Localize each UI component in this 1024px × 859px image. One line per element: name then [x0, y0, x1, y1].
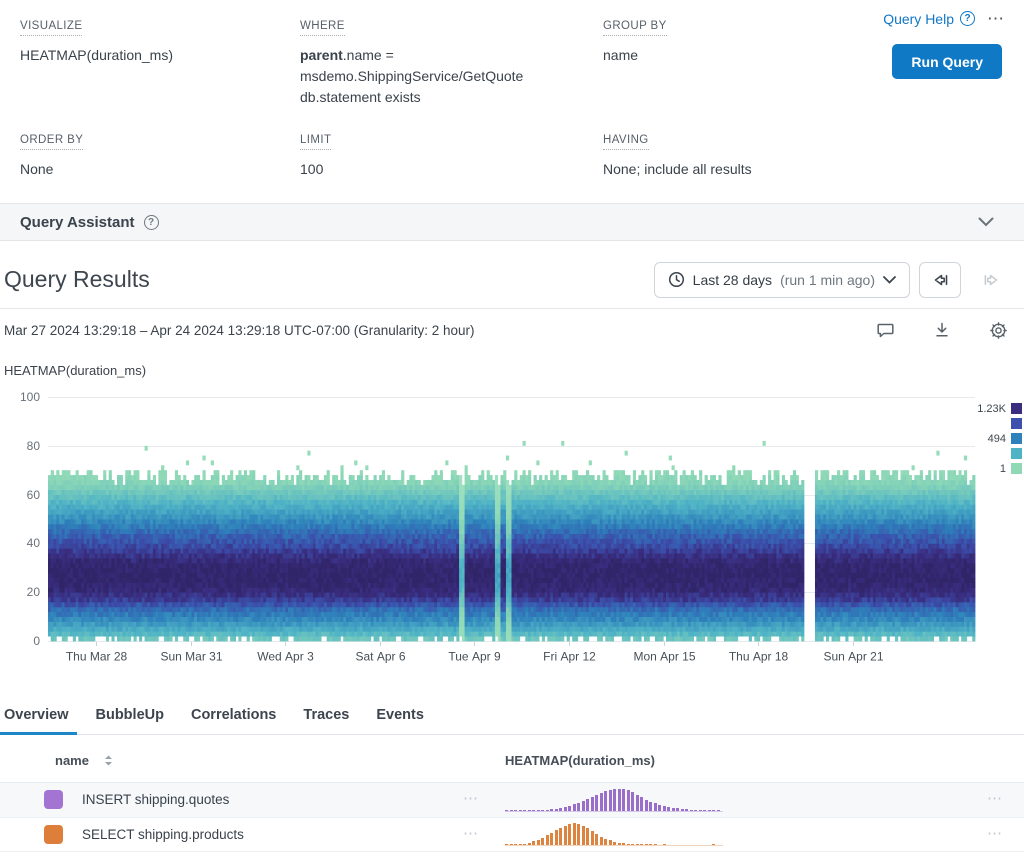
time-span-text: Mar 27 2024 13:29:18 – Apr 24 2024 13:29…	[4, 323, 475, 338]
row-name: INSERT shipping.quotes	[82, 792, 229, 807]
run-query-button[interactable]: Run Query	[892, 44, 1002, 79]
legend-swatch	[1011, 418, 1022, 429]
clock-icon	[668, 271, 685, 288]
visualize-field[interactable]: VISUALIZE HEATMAP(duration_ms)	[20, 16, 173, 66]
where-clause-2[interactable]: db.statement exists	[300, 87, 572, 108]
tab-bubbleup[interactable]: BubbleUp	[96, 701, 164, 734]
query-help-label: Query Help	[883, 11, 954, 27]
series-color-swatch	[44, 790, 63, 809]
heatmap-legend: 1.23K 494 1	[977, 403, 1022, 474]
table-header: name HEATMAP(duration_ms)	[0, 735, 1024, 783]
row-menu-dots[interactable]: ⋯	[987, 789, 1004, 807]
group-by-value[interactable]: name	[603, 45, 667, 66]
assistant-help-icon: ?	[144, 215, 159, 230]
limit-value[interactable]: 100	[300, 159, 331, 180]
query-assistant-label: Query Assistant	[20, 214, 135, 231]
time-range-run-ago: (run 1 min ago)	[780, 272, 875, 288]
chevron-down-icon	[883, 276, 896, 284]
group-by-label: GROUP BY	[603, 20, 667, 36]
order-by-field[interactable]: ORDER BY None	[20, 130, 83, 180]
group-by-field[interactable]: GROUP BY name	[603, 16, 667, 66]
visualize-value[interactable]: HEATMAP(duration_ms)	[20, 45, 173, 66]
chart-title: HEATMAP(duration_ms)	[4, 363, 1024, 378]
results-header: Query Results Last 28 days (run 1 min ag…	[0, 251, 1024, 309]
page-title: Query Results	[4, 266, 150, 293]
visualize-label: VISUALIZE	[20, 20, 82, 36]
query-assistant-bar[interactable]: Query Assistant ?	[0, 203, 1024, 241]
having-label: HAVING	[603, 134, 649, 150]
limit-field[interactable]: LIMIT 100	[300, 130, 331, 180]
arrow-back-icon	[931, 271, 950, 289]
sort-icon[interactable]	[103, 754, 114, 767]
where-label: WHERE	[300, 20, 345, 36]
heatmap-chart[interactable]	[0, 383, 1024, 673]
column-header-name[interactable]: name	[55, 753, 114, 768]
row-menu-dots[interactable]: ⋯	[463, 789, 480, 807]
legend-mid-label: 494	[988, 433, 1006, 445]
row-name: SELECT shipping.products	[82, 827, 244, 842]
row-menu-dots[interactable]: ⋯	[463, 824, 480, 842]
column-header-heatmap: HEATMAP(duration_ms)	[505, 753, 655, 768]
time-range-selector[interactable]: Last 28 days (run 1 min ago)	[654, 262, 910, 298]
previous-query-button[interactable]	[919, 262, 961, 298]
chevron-down-icon[interactable]	[978, 217, 994, 227]
heatmap-chart-area: HEATMAP(duration_ms) 1.23K 494 1	[0, 363, 1024, 673]
gear-icon	[989, 321, 1008, 340]
row-menu-dots[interactable]: ⋯	[987, 824, 1004, 842]
builder-overflow-menu[interactable]: ⋯	[987, 10, 1004, 27]
legend-max-label: 1.23K	[977, 403, 1006, 415]
where-value[interactable]: parent.name = msdemo.ShippingService/Get…	[300, 45, 572, 108]
help-question-icon: ?	[960, 11, 975, 26]
tab-events[interactable]: Events	[376, 701, 424, 734]
row-histogram	[505, 788, 723, 812]
table-row[interactable]: INSERT shipping.quotes ⋯ ⋯	[0, 783, 1024, 818]
time-range-value: Last 28 days	[693, 272, 772, 288]
tab-correlations[interactable]: Correlations	[191, 701, 276, 734]
legend-swatch	[1011, 433, 1022, 444]
tab-traces[interactable]: Traces	[303, 701, 349, 734]
download-icon	[933, 321, 951, 339]
results-meta-row: Mar 27 2024 13:29:18 – Apr 24 2024 13:29…	[0, 309, 1024, 351]
builder-actions: Query Help ? ⋯	[883, 10, 1004, 27]
honeycomb-query-page: VISUALIZE HEATMAP(duration_ms) WHERE par…	[0, 0, 1024, 859]
order-by-value[interactable]: None	[20, 159, 83, 180]
where-field-name: parent	[300, 47, 343, 63]
legend-min-label: 1	[1000, 463, 1006, 475]
comment-icon	[876, 321, 895, 339]
results-tabs: Overview BubbleUp Correlations Traces Ev…	[0, 701, 1024, 735]
results-table: name HEATMAP(duration_ms) INSERT shippin…	[0, 735, 1024, 852]
having-value[interactable]: None; include all results	[603, 159, 752, 180]
comment-button[interactable]	[876, 321, 895, 339]
legend-swatch	[1011, 403, 1022, 414]
limit-label: LIMIT	[300, 134, 331, 150]
table-row[interactable]: SELECT shipping.products ⋯ ⋯	[0, 818, 1024, 853]
next-query-button	[970, 262, 1012, 298]
tab-overview[interactable]: Overview	[4, 701, 69, 734]
order-by-label: ORDER BY	[20, 134, 83, 150]
row-histogram	[505, 822, 723, 846]
where-field[interactable]: WHERE parent.name = msdemo.ShippingServi…	[300, 16, 572, 108]
query-builder: VISUALIZE HEATMAP(duration_ms) WHERE par…	[0, 0, 1024, 203]
query-help-link[interactable]: Query Help ?	[883, 11, 975, 27]
arrow-forward-icon	[982, 271, 1001, 289]
series-color-swatch	[44, 825, 63, 844]
download-button[interactable]	[933, 321, 951, 339]
having-field[interactable]: HAVING None; include all results	[603, 130, 752, 180]
settings-button[interactable]	[989, 321, 1008, 340]
legend-swatch	[1011, 463, 1022, 474]
legend-swatch	[1011, 448, 1022, 459]
